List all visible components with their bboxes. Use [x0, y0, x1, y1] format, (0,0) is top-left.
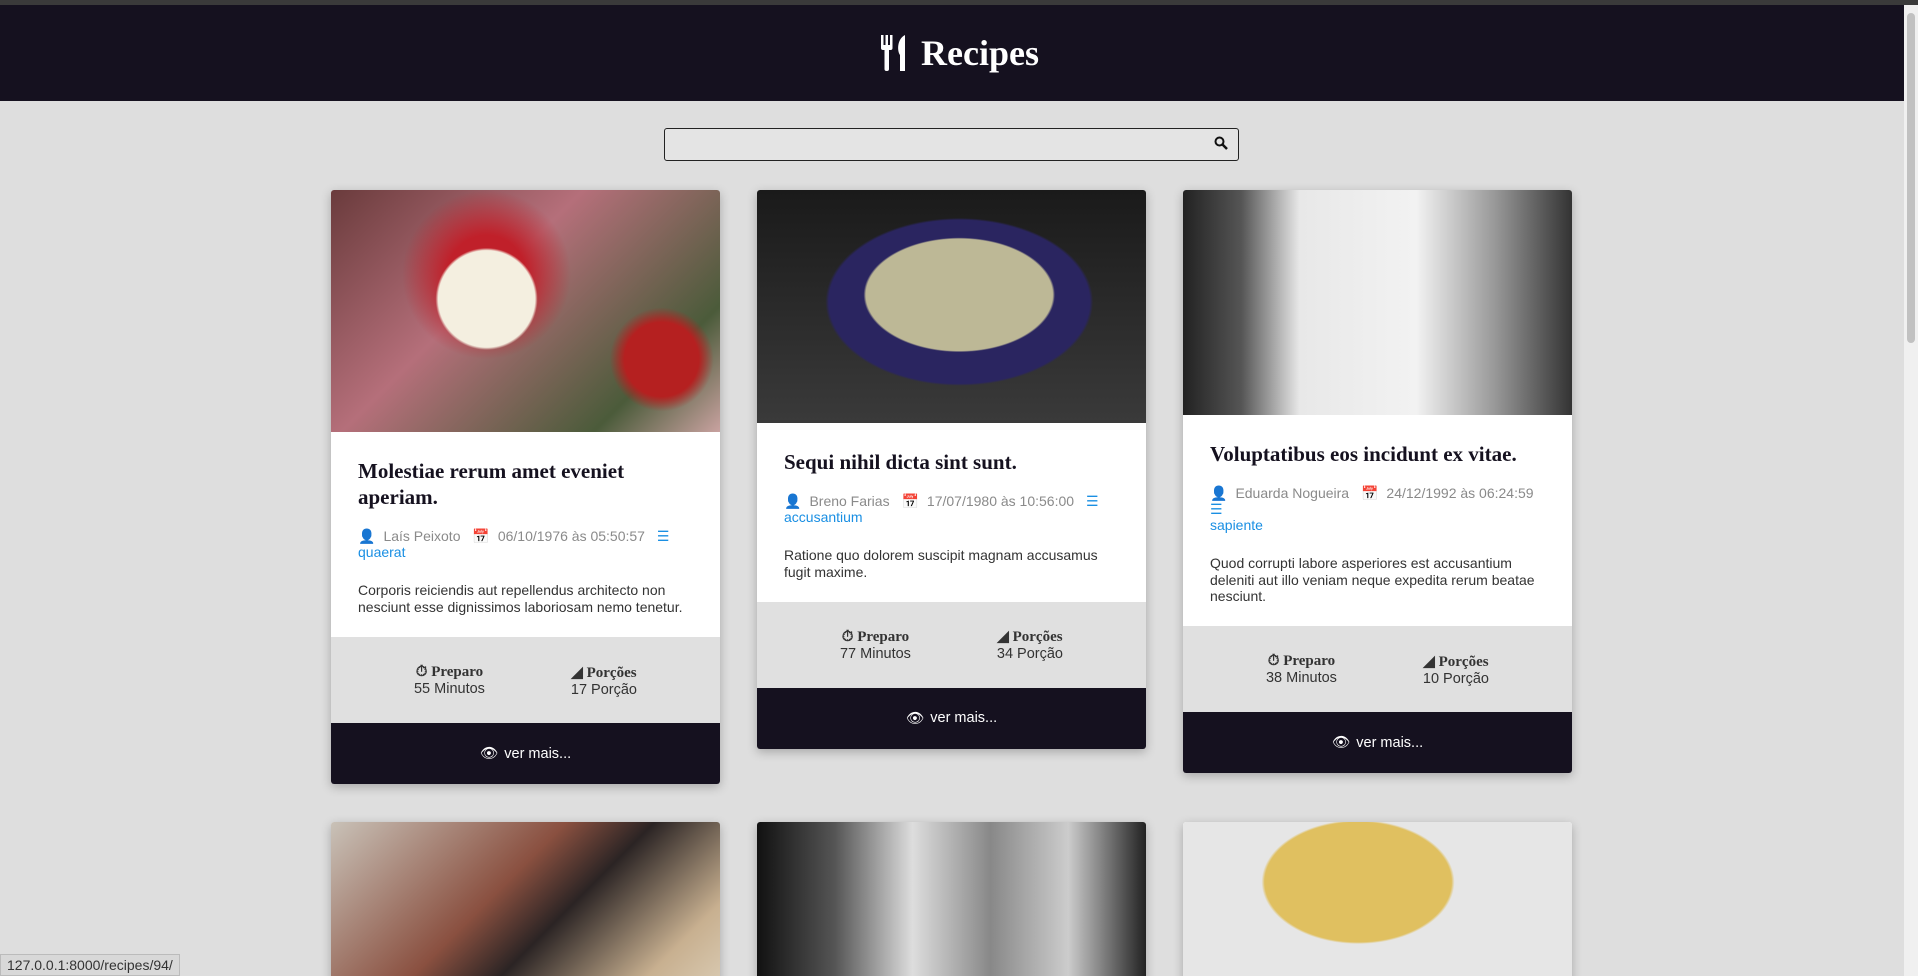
stopwatch-icon: ⏱: [415, 664, 428, 680]
see-more-button[interactable]: 👁 ver mais...: [757, 687, 1146, 749]
see-more-label: ver mais...: [504, 745, 572, 762]
prep-label: Preparo: [857, 628, 910, 645]
calendar-icon: 📅: [1360, 485, 1379, 502]
search-input[interactable]: [665, 129, 1238, 160]
prep-time: 55 Minutos: [413, 681, 485, 697]
recipe-meta: 👤 Breno Farias 📅 17/07/1980 às 10:56:00 ☰ …: [784, 493, 1119, 525]
servings: 10 Porção: [1422, 670, 1489, 687]
search-bar: [664, 128, 1239, 161]
site-header: Recipes: [0, 5, 1918, 101]
recipe-card: Voluptatibus eos incidunt ex vitae. 👤 Edu…: [1183, 190, 1572, 774]
eye-icon: 👁: [1331, 735, 1351, 752]
layers-icon: ☰: [1210, 501, 1223, 518]
see-more-button[interactable]: 👁 ver mais...: [1183, 712, 1572, 774]
layers-icon: ☰: [656, 528, 670, 545]
stopwatch-icon: ⏱: [1267, 653, 1280, 670]
servings: 17 Porção: [570, 681, 637, 698]
recipe-author: Breno Farias: [809, 493, 890, 510]
calendar-icon: 📅: [472, 528, 490, 545]
recipe-image[interactable]: [331, 190, 720, 432]
recipe-meta: 👤 Eduarda Nogueira 📅 24/12/1992 às 06:24:5…: [1210, 485, 1545, 533]
see-more-label: ver mais...: [1356, 734, 1424, 751]
eye-icon: 👁: [905, 710, 925, 727]
user-icon: 👤: [784, 493, 802, 510]
recipe-image[interactable]: [1183, 190, 1572, 415]
recipe-title[interactable]: Sequi nihil dicta sint sunt.: [784, 449, 1119, 475]
user-icon: 👤: [1210, 485, 1228, 502]
search-icon[interactable]: [1214, 136, 1228, 150]
recipe-author: Eduarda Nogueira: [1235, 485, 1350, 502]
recipe-image[interactable]: [757, 190, 1146, 423]
recipe-stats: ⏱ Preparo 55 Minutos ◢ Porções 17 Porção: [331, 637, 720, 723]
recipe-card: Molestiae rerum amet eveniet aperiam. 👤 L…: [331, 190, 720, 784]
prep-time: 38 Minutos: [1265, 670, 1337, 687]
site-title: Recipes: [921, 33, 1039, 73]
servings-label: Porções: [1438, 653, 1489, 670]
utensils-icon: [881, 35, 906, 71]
recipe-description: Ratione quo dolorem suscipit magnam accu…: [784, 547, 1098, 580]
prep-time: 77 Minutos: [839, 645, 911, 662]
recipe-stats: ⏱ Preparo 38 Minutos ◢ Porções 10 Porção: [1183, 626, 1572, 713]
recipe-category-link[interactable]: sapiente: [1210, 517, 1263, 533]
recipe-image[interactable]: [331, 822, 720, 976]
user-icon: 👤: [358, 528, 376, 545]
recipe-meta: 👤 Laís Peixoto 📅 06/10/1976 às 05:50:57 ☰ …: [358, 528, 693, 560]
recipe-author: Laís Peixoto: [383, 528, 461, 545]
layers-icon: ☰: [1085, 493, 1099, 510]
recipe-category-link[interactable]: accusantium: [784, 509, 863, 525]
recipe-card: [331, 822, 720, 976]
recipe-category-link[interactable]: quaerat: [358, 544, 405, 560]
servings-label: Porções: [586, 664, 637, 681]
recipe-date: 06/10/1976 às 05:50:57: [497, 528, 645, 545]
recipe-description: Quod corrupti labore asperiores est accu…: [1210, 555, 1535, 605]
see-more-label: ver mais...: [930, 710, 998, 727]
recipe-grid: Molestiae rerum amet eveniet aperiam. 👤 L…: [331, 190, 1572, 976]
recipe-card: [757, 822, 1146, 976]
recipe-date: 24/12/1992 às 06:24:59: [1386, 485, 1534, 502]
recipe-description: Corporis reiciendis aut repellendus arch…: [358, 582, 683, 615]
stopwatch-icon: ⏱: [841, 628, 854, 645]
recipe-image[interactable]: [757, 822, 1146, 976]
pizza-slice-icon: ◢: [571, 664, 583, 681]
recipe-title[interactable]: Voluptatibus eos incidunt ex vitae.: [1210, 441, 1545, 467]
eye-icon: 👁: [479, 746, 499, 762]
recipe-image[interactable]: [1183, 822, 1572, 976]
recipe-title[interactable]: Molestiae rerum amet eveniet aperiam.: [358, 458, 693, 510]
pizza-slice-icon: ◢: [1423, 653, 1435, 670]
prep-label: Preparo: [431, 664, 484, 680]
page-scrollbar[interactable]: [1904, 5, 1918, 976]
recipe-stats: ⏱ Preparo 77 Minutos ◢ Porções 34 Porção: [757, 601, 1146, 688]
scrollbar-thumb[interactable]: [1907, 13, 1915, 343]
recipe-card: [1183, 822, 1572, 976]
status-bar-url: 127.0.0.1:8000/recipes/94/: [0, 954, 180, 976]
prep-label: Preparo: [1283, 653, 1336, 670]
recipe-date: 17/07/1980 às 10:56:00: [926, 493, 1075, 510]
pizza-slice-icon: ◢: [997, 629, 1009, 646]
calendar-icon: 📅: [901, 493, 919, 510]
see-more-button[interactable]: 👁 ver mais...: [331, 723, 720, 784]
servings: 34 Porção: [996, 646, 1063, 663]
servings-label: Porções: [1012, 629, 1063, 646]
recipe-card: Sequi nihil dicta sint sunt. 👤 Breno Fari…: [757, 190, 1146, 749]
